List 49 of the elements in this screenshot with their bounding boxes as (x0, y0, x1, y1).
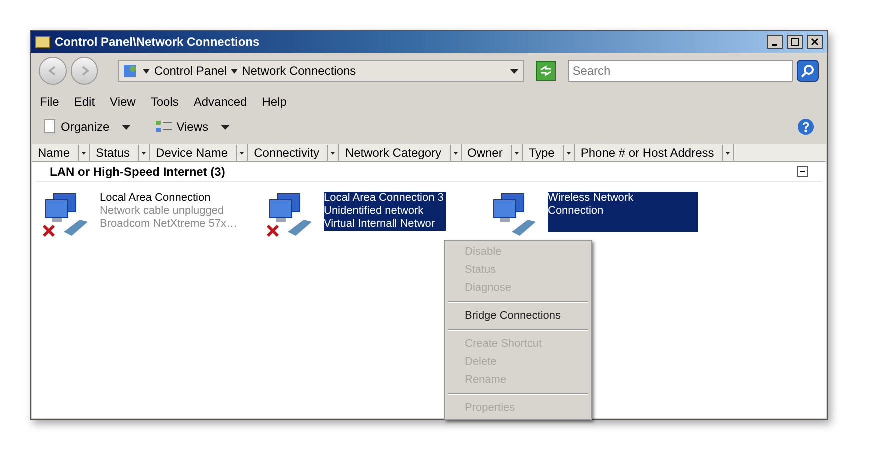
close-button[interactable] (807, 35, 823, 49)
column-header[interactable]: Network Category (339, 144, 462, 161)
connection-label[interactable]: Local Area Connection Network cable unplugged Broadcom NetXtreme 57x… (100, 192, 240, 231)
breadcrumb[interactable]: Control Panel (154, 62, 228, 80)
help-icon[interactable] (797, 118, 815, 136)
maximize-icon (791, 38, 799, 46)
connection-label[interactable]: Wireless Network Connection (548, 192, 698, 232)
views-button[interactable]: Views (150, 118, 234, 136)
breadcrumb[interactable]: Network Connections (242, 62, 356, 80)
list-view-icon (154, 119, 173, 135)
minimize-button[interactable] (767, 35, 783, 49)
column-header[interactable]: Name (32, 144, 90, 161)
minus-icon (799, 168, 806, 175)
menu-item[interactable]: View (110, 93, 136, 111)
menu-item[interactable]: Edit (74, 93, 96, 111)
address-bar[interactable]: Control Panel Network Connections (118, 60, 524, 82)
dropdown-caret-icon[interactable] (562, 144, 574, 160)
search-field[interactable]: Search (568, 60, 794, 82)
caret-icon (122, 124, 131, 130)
close-icon (811, 38, 819, 46)
menu-item[interactable]: Help (262, 93, 287, 111)
dropdown-caret-icon[interactable] (510, 144, 522, 160)
column-header[interactable]: Phone # or Host Address (574, 144, 734, 161)
group-header: LAN or High-Speed Internet (3) (50, 164, 226, 180)
organize-button[interactable]: Organize (39, 118, 135, 136)
maximize-button[interactable] (787, 35, 803, 49)
column-header[interactable]: Device Name (150, 144, 248, 161)
caret-icon (231, 68, 238, 74)
menu-option[interactable]: Bridge Connections (445, 307, 591, 325)
search-button[interactable] (797, 60, 819, 82)
connection-label[interactable]: Local Area Connection 3 Unidentified network Virtual Internall Networ (324, 192, 446, 231)
document-icon (43, 119, 57, 135)
caret-icon (143, 68, 150, 74)
menu-item[interactable]: Advanced (194, 93, 248, 111)
column-header[interactable]: Status (90, 144, 150, 161)
folder-icon (35, 34, 51, 50)
refresh-icon (538, 65, 553, 77)
column-header[interactable]: Connectivity (248, 144, 340, 161)
column-header[interactable]: Type (522, 144, 575, 161)
collapse-button[interactable] (797, 166, 808, 177)
dropdown-caret-icon[interactable] (450, 144, 460, 160)
column-header[interactable]: Owner (462, 144, 523, 161)
window-title: Control Panel\Network Connections (55, 34, 261, 51)
dropdown-caret-icon[interactable] (510, 68, 519, 74)
refresh-button[interactable] (536, 61, 556, 81)
menu-item[interactable]: Tools (150, 93, 179, 111)
menu-item[interactable]: File (40, 93, 60, 111)
search-icon (801, 64, 816, 78)
caret-icon (220, 124, 230, 130)
